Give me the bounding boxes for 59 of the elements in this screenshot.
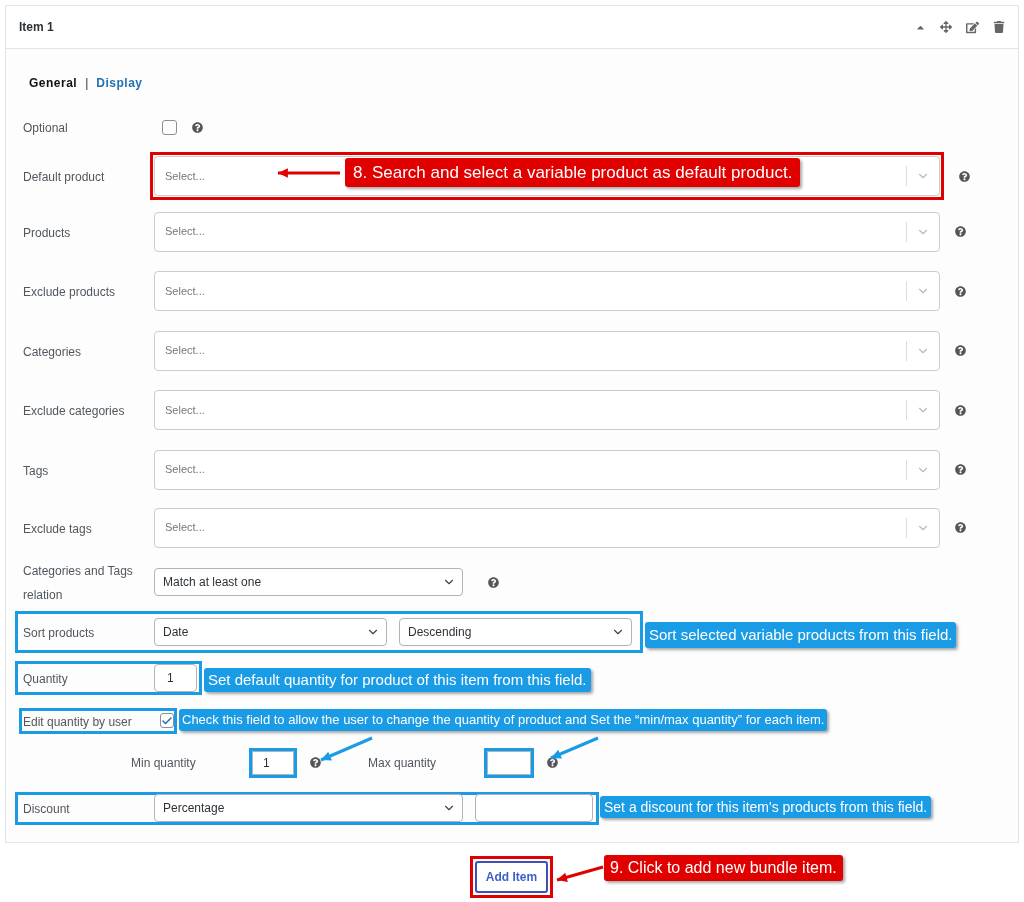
callout-tooltip: Sort selected variable products from this field. — [645, 622, 957, 648]
sort-dropdown[interactable]: Date — [154, 618, 387, 646]
field-label: Edit quantity by user — [23, 714, 132, 729]
sort-dropdown[interactable]: Descending — [399, 618, 632, 646]
help-icon[interactable] — [955, 226, 966, 237]
product-select[interactable]: Select... — [154, 449, 940, 490]
help-icon[interactable] — [955, 345, 966, 356]
product-select[interactable]: Select... — [154, 271, 940, 311]
discount-dropdown[interactable]: Percentage — [154, 794, 463, 822]
product-select[interactable]: Select... — [154, 507, 940, 548]
field-label: Categories and Tags relation — [23, 564, 133, 602]
help-icon[interactable] — [955, 522, 966, 533]
field-label: Sort products — [23, 626, 95, 640]
callout-tooltip: Check this field to allow the user to change the quantity of product and Set the “min/max quantity” for each item. — [179, 709, 828, 731]
field-label: Default product — [23, 170, 105, 184]
tab[interactable]: General — [29, 74, 78, 92]
field-label: Products — [23, 225, 71, 240]
help-icon[interactable] — [192, 121, 203, 133]
help-icon[interactable] — [959, 170, 970, 182]
edit-icon[interactable] — [966, 20, 979, 34]
callout-tooltip: 9. Click to add new bundle item. — [604, 855, 843, 881]
min-quantity-input[interactable]: 1 — [252, 751, 294, 775]
help-icon[interactable] — [955, 404, 966, 416]
max-quantity-input[interactable] — [487, 751, 531, 775]
tab[interactable]: Display — [96, 74, 143, 92]
product-select[interactable]: Select... — [154, 390, 940, 430]
move-icon[interactable] — [940, 21, 952, 33]
trash-icon[interactable] — [993, 21, 1005, 33]
add-item-button[interactable]: Add Item — [475, 861, 548, 893]
field-label: Exclude tags — [23, 521, 92, 536]
field-label: Exclude categories — [23, 404, 125, 418]
help-icon[interactable] — [955, 464, 966, 475]
field-label: Max quantity — [368, 755, 438, 772]
discount-input[interactable] — [475, 794, 593, 822]
help-icon[interactable] — [488, 576, 499, 588]
callout-tooltip: Set a discount for this item's products from this field. — [600, 796, 932, 818]
callout-tooltip: Set default quantity for product of this item from this field. — [204, 668, 591, 692]
field-label: Quantity — [23, 672, 68, 686]
item-title: Item 1 — [19, 19, 54, 36]
relation-dropdown[interactable]: Match at least one — [154, 568, 463, 596]
field-label: Exclude products — [23, 285, 116, 299]
check-icon — [161, 714, 173, 727]
pointer-arrow — [555, 864, 605, 884]
field-label: Categories — [23, 344, 82, 359]
help-icon[interactable] — [547, 757, 558, 768]
field-label: Min quantity — [131, 755, 197, 772]
help-icon[interactable] — [310, 757, 321, 768]
help-icon[interactable] — [955, 285, 966, 297]
checkbox[interactable] — [160, 713, 174, 728]
product-select[interactable]: Select... — [154, 211, 940, 252]
field-label: Tags — [23, 463, 49, 478]
field-label: Optional — [23, 121, 68, 135]
callout-tooltip: 8. Search and select a variable product as default product. — [345, 158, 801, 187]
tab-separator: | — [85, 75, 89, 92]
field-label: Discount — [23, 802, 70, 816]
pointer-arrow — [548, 736, 600, 762]
product-select[interactable]: Select... — [154, 330, 940, 371]
checkbox[interactable] — [162, 119, 177, 135]
quantity-input[interactable]: 1 — [154, 664, 197, 692]
